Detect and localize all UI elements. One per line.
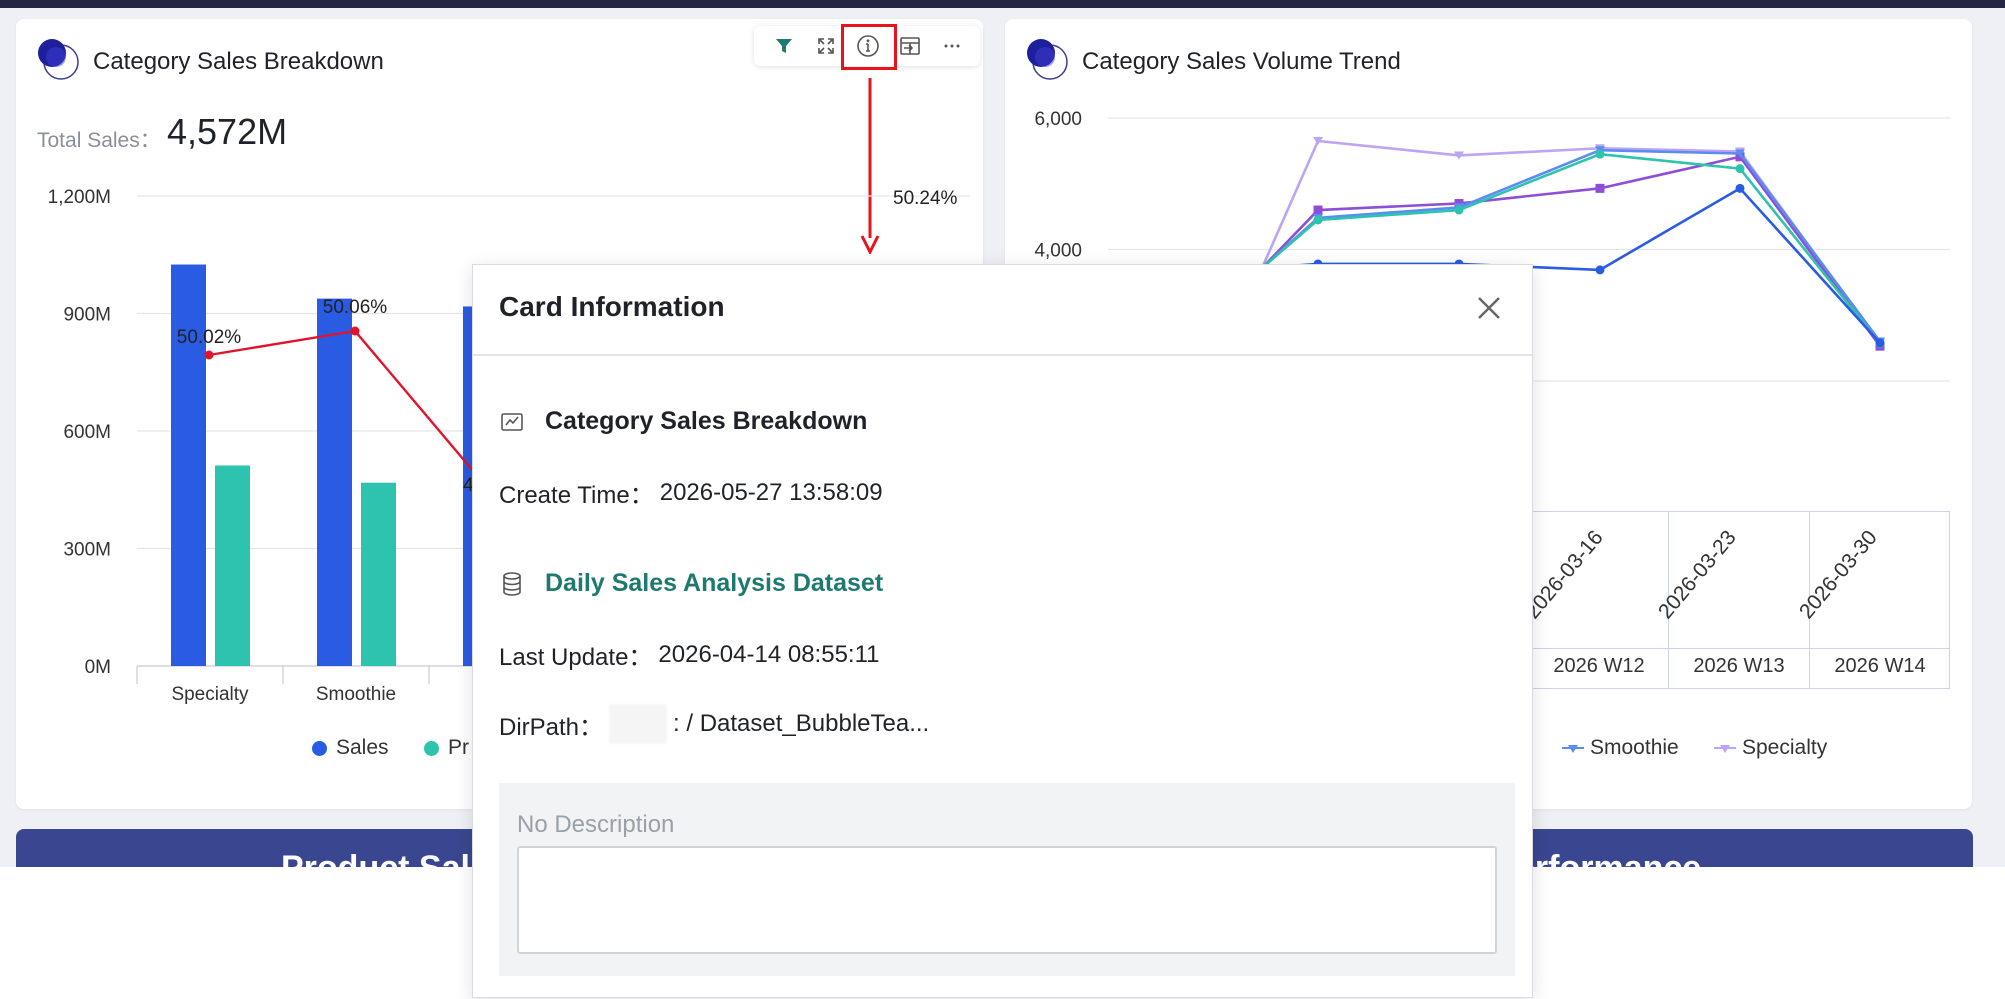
screen: Category Sales Breakdown Total Sales： 4,… [0, 0, 2005, 999]
last-update-value: 2026-04-14 08:55:11 [658, 640, 880, 668]
create-time-value: 2026-05-27 13:58:09 [659, 478, 883, 506]
legend-label: Smoothie [1590, 736, 1679, 759]
trend-point [1454, 205, 1464, 215]
legend-item-specialty[interactable]: Specialty [1714, 736, 1827, 760]
sales-swatch [312, 740, 327, 756]
banner-left-text: Product Sal [281, 849, 470, 867]
legend-label: Specialty [1742, 736, 1828, 759]
dataset-link[interactable]: Daily Sales Analysis Dataset [545, 569, 883, 598]
chart-card-icon [499, 409, 525, 435]
y-tick-label: 300M [63, 540, 111, 561]
table-week: 2026 W13 [1693, 655, 1785, 677]
pr-swatch [424, 740, 439, 756]
card-name-row: Category Sales Breakdown [499, 407, 867, 436]
close-icon[interactable] [1472, 291, 1506, 325]
legend-item-smoothie[interactable]: Smoothie [1562, 736, 1679, 760]
last-update-row: Last Update： 2026-04-14 08:55:11 [499, 637, 880, 672]
dataset-row[interactable]: Daily Sales Analysis Dataset [499, 569, 883, 598]
triangle-marker-icon [1562, 745, 1584, 753]
trend-point [1313, 205, 1323, 215]
dialog-header: Card Information [473, 265, 1532, 356]
triangle-marker-icon [1714, 745, 1736, 753]
trend-point [1595, 183, 1605, 193]
database-icon [499, 571, 525, 597]
trend-point [1313, 215, 1323, 225]
description-textarea[interactable] [517, 846, 1497, 954]
table-date: 2026-03-16 [1520, 526, 1608, 624]
trend-point [1735, 164, 1745, 174]
dialog-title: Card Information [499, 291, 725, 322]
legend-label: Sales [336, 736, 389, 759]
dirpath-value: : / Dataset_BubbleTea... [673, 710, 930, 737]
legend-item-pr[interactable]: Pr [424, 736, 469, 760]
dirpath-row: DirPath： : / Dataset_BubbleTea... [499, 704, 929, 744]
create-time-row: Create Time： 2026-05-27 13:58:09 [499, 475, 883, 510]
trend-point [1875, 338, 1885, 348]
dirpath-label: DirPath： [499, 713, 604, 741]
card-information-dialog: Card Information Category Sales Breakdow… [472, 264, 1533, 998]
x-tick-label: Smoothie [316, 684, 396, 705]
banner-right-text: erformance [1516, 849, 1701, 867]
table-week: 2026 W14 [1834, 655, 1926, 677]
redacted-path-segment [609, 704, 668, 744]
x-tick-label: Specialty [171, 684, 249, 705]
trend-point [1735, 183, 1745, 193]
create-time-label: Create Time： [499, 482, 654, 509]
last-update-label: Last Update： [499, 644, 653, 671]
trend-point [1595, 265, 1605, 275]
y-tick-label: 0M [85, 657, 111, 678]
y-tick-label: 4,000 [1034, 241, 1082, 262]
trend-point [1595, 149, 1605, 159]
legend-label: Pr [448, 736, 469, 759]
description-placeholder: No Description [517, 811, 675, 838]
card-name: Category Sales Breakdown [545, 407, 868, 435]
description-section: No Description [499, 783, 1515, 976]
y-tick-label: 6,000 [1034, 109, 1082, 130]
table-week: 2026 W12 [1553, 655, 1645, 677]
legend-item-sales[interactable]: Sales [312, 736, 389, 760]
